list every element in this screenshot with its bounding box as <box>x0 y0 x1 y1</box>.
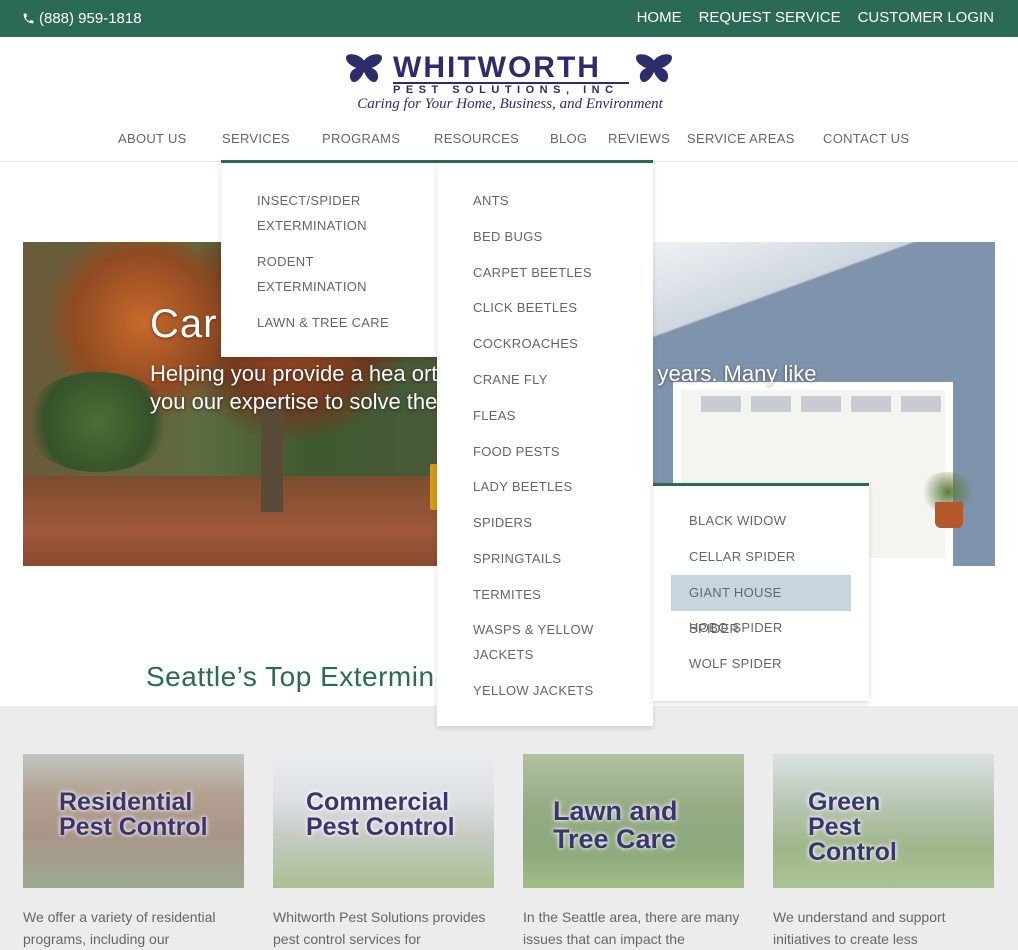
card-description: Whitworth Pest Solutions provides pest c… <box>273 909 486 947</box>
menu-item-termites[interactable]: TERMITES <box>473 582 541 607</box>
resources-dropdown: ANTS BED BUGS CARPET BEETLES CLICK BEETL… <box>437 160 653 726</box>
card-image[interactable]: Residential Pest Control <box>23 754 244 888</box>
hero-title: Car <box>150 302 218 346</box>
menu-item-carpet-beetles[interactable]: CARPET BEETLES <box>473 260 592 285</box>
menu-item-wolf-spider[interactable]: WOLF SPIDER <box>689 651 782 676</box>
card-image[interactable]: Commercial Pest Control <box>273 754 494 888</box>
logo-tagline: Caring for Your Home, Business, and Envi… <box>357 96 663 112</box>
menu-item-spiders[interactable]: SPIDERS <box>473 510 532 535</box>
nav-programs[interactable]: PROGRAMS <box>322 131 400 146</box>
card-commercial[interactable]: Commercial Pest Control Whitworth Pest S… <box>273 754 494 950</box>
header: WHITWORTH PEST SOLUTIONS, INC Caring for… <box>0 37 1018 162</box>
menu-item-wasps-line2[interactable]: JACKETS <box>473 642 534 667</box>
menu-item-cockroaches[interactable]: COCKROACHES <box>473 331 578 356</box>
card-image[interactable]: Lawn and Tree Care <box>523 754 744 888</box>
card-label: Commercial Pest Control <box>306 788 455 841</box>
menu-item-click-beetles[interactable]: CLICK BEETLES <box>473 295 577 320</box>
logo-subtitle: PEST SOLUTIONS, INC <box>393 82 629 97</box>
menu-item-insect-spider-line2[interactable]: EXTERMINATION <box>257 213 367 238</box>
card-description: We understand and support initiatives to… <box>773 909 946 947</box>
logo[interactable]: WHITWORTH PEST SOLUTIONS, INC Caring for… <box>345 51 675 113</box>
menu-item-ants[interactable]: ANTS <box>473 188 509 213</box>
butterfly-icon <box>346 54 382 82</box>
menu-item-rodent-line2[interactable]: EXTERMINATION <box>257 274 367 299</box>
card-description: In the Seattle area, there are many issu… <box>523 909 740 947</box>
menu-item-giant-house-spider[interactable]: GIANT HOUSE SPIDER <box>671 575 851 636</box>
services-dropdown: INSECT/SPIDER EXTERMINATION RODENT EXTER… <box>221 160 437 357</box>
menu-item-wasps[interactable]: WASPS & YELLOW <box>473 617 594 642</box>
nav-services[interactable]: SERVICES <box>222 131 290 146</box>
top-bar: (888) 959-1818 HOME REQUEST SERVICE CUST… <box>0 0 1018 37</box>
menu-item-springtails[interactable]: SPRINGTAILS <box>473 546 561 571</box>
menu-item-cellar-spider[interactable]: CELLAR SPIDER <box>689 544 796 569</box>
card-green[interactable]: Green Pest Control We understand and sup… <box>773 754 994 950</box>
nav-about-us[interactable]: ABOUT US <box>118 131 187 146</box>
top-link-customer-login[interactable]: CUSTOMER LOGIN <box>858 9 994 26</box>
menu-item-rodent[interactable]: RODENT <box>257 249 314 274</box>
nav-resources[interactable]: RESOURCES <box>434 131 519 146</box>
card-description: We offer a variety of residential progra… <box>23 909 216 947</box>
nav-blog[interactable]: BLOG <box>550 131 587 146</box>
services-section: Residential Pest Control We offer a vari… <box>0 706 1018 950</box>
menu-item-yellow-jackets[interactable]: YELLOW JACKETS <box>473 678 594 703</box>
menu-item-lawn-tree[interactable]: LAWN & TREE CARE <box>257 310 389 335</box>
butterfly-icon <box>636 54 672 82</box>
menu-item-fleas[interactable]: FLEAS <box>473 403 516 428</box>
menu-item-black-widow[interactable]: BLACK WIDOW <box>689 508 786 533</box>
card-residential[interactable]: Residential Pest Control We offer a vari… <box>23 754 244 950</box>
top-link-home[interactable]: HOME <box>637 9 682 26</box>
card-label: Residential Pest Control <box>59 788 208 841</box>
card-image[interactable]: Green Pest Control <box>773 754 994 888</box>
nav-service-areas[interactable]: SERVICE AREAS <box>687 131 795 146</box>
nav-contact-us[interactable]: CONTACT US <box>823 131 909 146</box>
phone-icon <box>23 13 34 24</box>
menu-item-bed-bugs[interactable]: BED BUGS <box>473 224 543 249</box>
phone-link[interactable]: (888) 959-1818 <box>22 10 142 27</box>
logo-brand: WHITWORTH <box>393 51 601 84</box>
phone-number: (888) 959-1818 <box>39 10 142 27</box>
section-title: Seattle’s Top Extermin <box>146 661 435 692</box>
card-label: Lawn and Tree Care <box>553 796 678 854</box>
card-lawn-tree[interactable]: Lawn and Tree Care In the Seattle area, … <box>523 754 744 950</box>
menu-item-insect-spider[interactable]: INSECT/SPIDER <box>257 188 361 213</box>
spiders-submenu: BLACK WIDOW CELLAR SPIDER GIANT HOUSE SP… <box>653 483 869 701</box>
menu-item-hobo-spider[interactable]: HOBO SPIDER <box>689 615 783 640</box>
menu-item-lady-beetles[interactable]: LADY BEETLES <box>473 474 572 499</box>
card-label: Green Pest Control <box>808 788 897 866</box>
menu-item-food-pests[interactable]: FOOD PESTS <box>473 439 560 464</box>
menu-item-crane-fly[interactable]: CRANE FLY <box>473 367 548 392</box>
top-link-request-service[interactable]: REQUEST SERVICE <box>699 9 841 26</box>
nav-reviews[interactable]: REVIEWS <box>608 131 670 146</box>
